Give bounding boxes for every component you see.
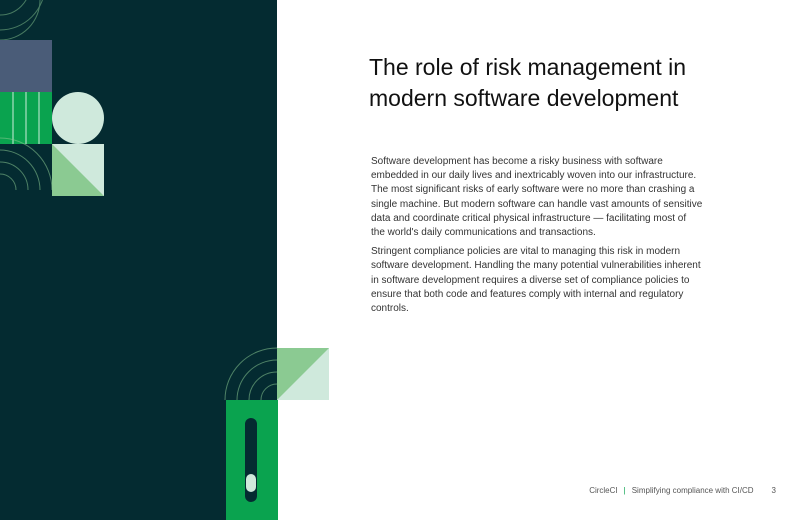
paragraph-1-line: embedded in our daily lives and inextric…: [371, 170, 697, 182]
paragraph-2: Stringent compliance policies are vital …: [371, 245, 711, 316]
page-title-line-1: The role of risk management in: [369, 54, 687, 80]
paragraph-1-line: data and coordinate critical physical in…: [371, 212, 687, 224]
paragraph-1-line: The most significant risks of early soft…: [371, 184, 695, 196]
footer-brand: CircleCI: [589, 486, 618, 495]
page-number: 3: [771, 486, 776, 495]
footer-separator: |: [623, 486, 626, 495]
paragraph-2-line: controls.: [371, 303, 409, 315]
paragraph-2-line: Stringent compliance policies are vital …: [371, 246, 681, 258]
paragraph-2-line: software development. Handling the many …: [371, 260, 701, 272]
paragraph-2-line: in software development requires a diver…: [371, 274, 690, 286]
bottom-triangle-square-dark: [277, 348, 329, 400]
paragraph-1-line: the world's daily communications and tra…: [371, 227, 596, 239]
paragraph-1-line: single machine. But modern software can …: [371, 198, 703, 210]
body-text: Software development has become a risky …: [371, 155, 711, 321]
paragraph-2-line: ensure that both code and features compl…: [371, 288, 684, 300]
bottom-triangle-square-light: [277, 348, 329, 400]
page-footer: CircleCI | Simplifying compliance with CI/…: [589, 486, 776, 495]
page-title: The role of risk management in modern so…: [369, 52, 769, 114]
paragraph-1: Software development has become a risky …: [371, 155, 711, 240]
footer-title: Simplifying compliance with CI/CD: [631, 486, 754, 495]
paragraph-1-line: Software development has become a risky …: [371, 156, 663, 167]
decorative-left-panel: [0, 0, 277, 520]
page-title-line-2: modern software development: [369, 85, 679, 111]
